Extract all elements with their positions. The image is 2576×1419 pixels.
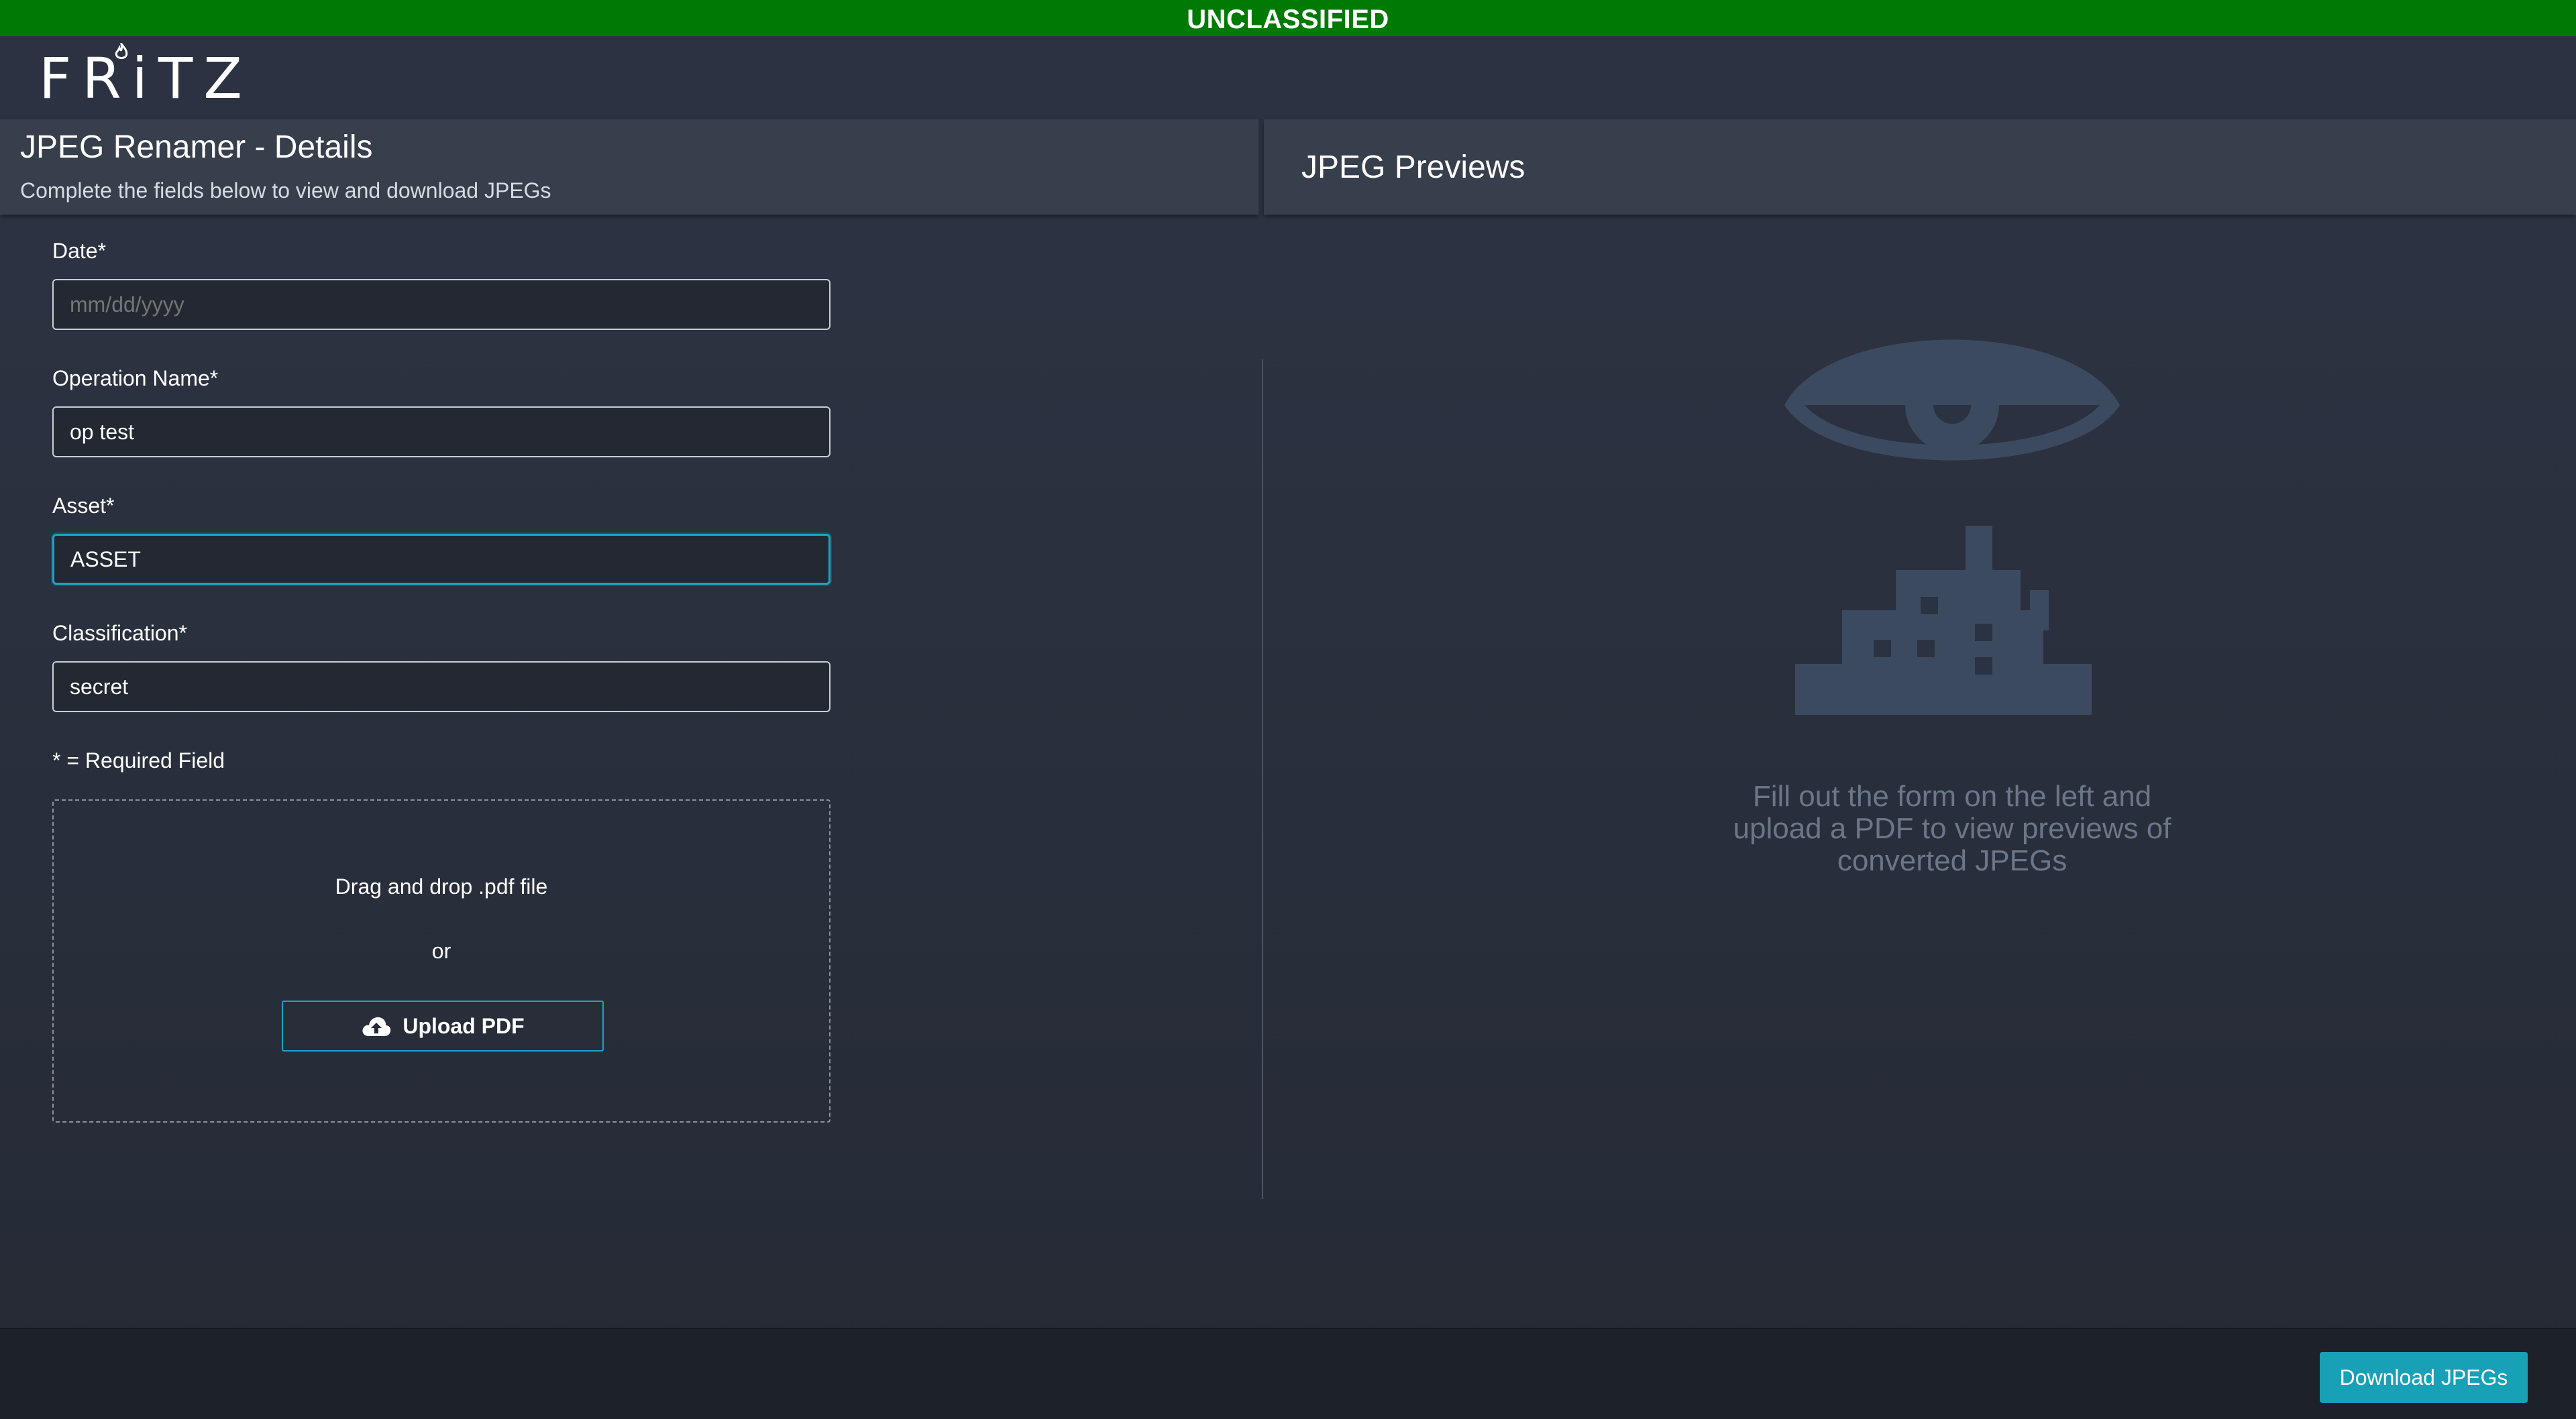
footer-bar: Download JPEGs	[0, 1328, 2576, 1419]
header-separator	[1258, 119, 1264, 215]
pdf-dropzone[interactable]: Drag and drop .pdf file or Upload PDF	[52, 799, 830, 1123]
flame-icon	[115, 43, 128, 59]
required-field-note: * = Required Field	[52, 748, 225, 773]
operation-name-label: Operation Name*	[52, 366, 219, 390]
logo-text: FRiTZ	[39, 46, 253, 111]
app-logo[interactable]: FRiTZ	[39, 43, 253, 111]
upload-pdf-label: Upload PDF	[402, 1013, 525, 1038]
previews-panel-header: JPEG Previews	[1264, 119, 2576, 215]
details-title: JPEG Renamer - Details	[20, 129, 373, 165]
details-subtitle: Complete the fields below to view and do…	[20, 178, 551, 203]
date-input[interactable]	[52, 279, 830, 330]
upload-pdf-button[interactable]: Upload PDF	[282, 1001, 604, 1052]
details-panel-header: JPEG Renamer - Details Complete the fiel…	[0, 119, 1258, 215]
panel-divider	[1262, 359, 1263, 1199]
classification-banner: UNCLASSIFIED	[0, 0, 2576, 36]
classification-label: Classification*	[52, 621, 187, 645]
previews-title: JPEG Previews	[1301, 150, 1525, 185]
download-jpegs-button[interactable]: Download JPEGs	[2320, 1352, 2528, 1403]
eye-over-city-icon	[1784, 339, 2120, 715]
app-header: FRiTZ	[0, 36, 2576, 119]
operation-name-input[interactable]	[52, 406, 830, 457]
classification-input[interactable]	[52, 661, 830, 712]
asset-label: Asset*	[52, 494, 115, 518]
date-label: Date*	[52, 239, 107, 263]
dropzone-prompt: Drag and drop .pdf file	[335, 874, 548, 899]
dropzone-separator: or	[431, 939, 451, 963]
asset-input[interactable]	[52, 534, 830, 585]
cloud-upload-icon	[362, 1017, 391, 1036]
preview-placeholder-message: Fill out the form on the left and upload…	[1733, 780, 2171, 877]
